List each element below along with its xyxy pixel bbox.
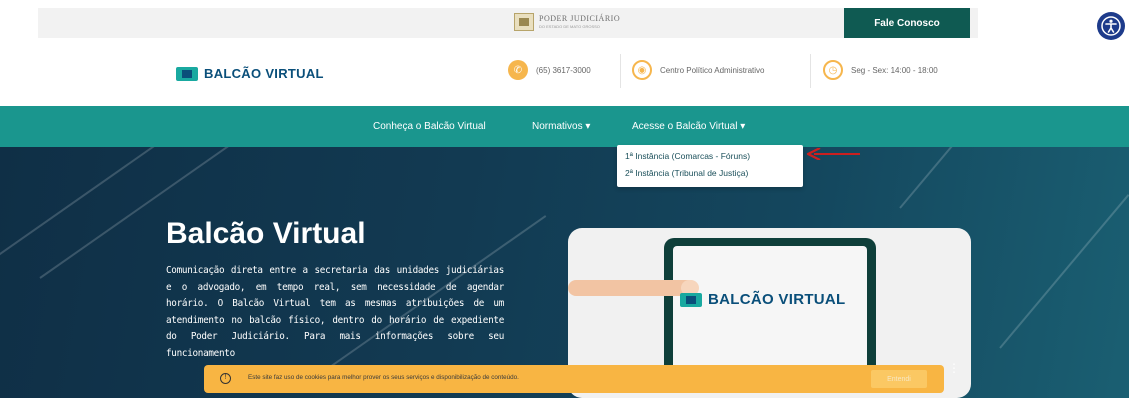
hours-text: Seg - Sex: 14:00 - 18:00 (851, 65, 938, 75)
nav-normativos[interactable]: Normativos ▾ (532, 121, 590, 132)
phone-number: (65) 3617-3000 (536, 65, 591, 75)
decor-line (39, 147, 254, 279)
brand-row: BALCÃO VIRTUAL ✆ (65) 3617-3000 ◉ Centro… (0, 40, 1129, 106)
video-menu-icon[interactable]: ⋮ (948, 362, 960, 378)
video-brand: BALCÃO VIRTUAL (680, 291, 846, 308)
coat-of-arms-icon (514, 13, 534, 31)
accessibility-button[interactable] (1097, 12, 1125, 40)
fale-conosco-button[interactable]: Fale Conosco (844, 8, 970, 38)
laptop-logo-icon (680, 292, 702, 307)
tablet-screen (673, 246, 867, 374)
nav-acesse[interactable]: Acesse o Balcão Virtual ▾ (632, 121, 745, 132)
info-icon: ! (220, 373, 231, 384)
nav-conheca[interactable]: Conheça o Balcão Virtual (373, 121, 486, 132)
laptop-logo-icon (176, 66, 198, 81)
hero-title: Balcão Virtual (166, 217, 366, 250)
red-arrow-annotation (806, 148, 860, 160)
cookie-accept-button[interactable]: Entendi (871, 370, 927, 388)
pj-title: PODER JUDICIÁRIO (539, 14, 621, 23)
location-pin-icon: ◉ (632, 60, 652, 80)
decor-line (899, 147, 1030, 209)
brand-name: BALCÃO VIRTUAL (204, 66, 324, 81)
hero-description: Comunicação direta entre a secretaria da… (166, 265, 504, 359)
dropdown-item-segunda-instancia[interactable]: 2ª Instância (Tribunal de Justiça) (625, 168, 748, 178)
whatsapp-icon: ✆ (508, 60, 528, 80)
hero-section: Balcão Virtual Comunicação direta entre … (0, 147, 1129, 398)
cookie-text: Este site faz uso de cookies para melhor… (248, 374, 519, 381)
pointing-hand (568, 280, 699, 296)
divider (810, 54, 811, 88)
dropdown-item-primeira-instancia[interactable]: 1ª Instância (Comarcas - Fóruns) (625, 151, 750, 161)
pj-subtitle: DO ESTADO DE MATO GROSSO (539, 24, 600, 29)
accessibility-icon (1101, 16, 1121, 36)
pj-text: PODER JUDICIÁRIO DO ESTADO DE MATO GROSS… (539, 15, 620, 29)
main-nav: Conheça o Balcão Virtual Normativos ▾ Ac… (0, 106, 1129, 147)
tablet-illustration (664, 238, 876, 384)
contact-phone[interactable]: ✆ (65) 3617-3000 (508, 60, 591, 80)
acesse-dropdown: 1ª Instância (Comarcas - Fóruns) 2ª Inst… (617, 145, 803, 187)
page: PODER JUDICIÁRIO DO ESTADO DE MATO GROSS… (0, 0, 1129, 398)
balcao-virtual-logo[interactable]: BALCÃO VIRTUAL (176, 66, 324, 81)
contact-address: ◉ Centro Político Administrativo (632, 60, 765, 80)
poder-judiciario-logo[interactable]: PODER JUDICIÁRIO DO ESTADO DE MATO GROSS… (514, 13, 620, 31)
contact-hours: ◷ Seg - Sex: 14:00 - 18:00 (823, 60, 938, 80)
decor-line (0, 147, 194, 269)
cookie-banner: ! Este site faz uso de cookies para melh… (204, 365, 944, 393)
address-text: Centro Político Administrativo (660, 65, 765, 75)
top-strip (38, 8, 978, 38)
clock-icon: ◷ (823, 60, 843, 80)
divider (620, 54, 621, 88)
video-brand-name: BALCÃO VIRTUAL (708, 291, 846, 308)
top-bar: PODER JUDICIÁRIO DO ESTADO DE MATO GROSS… (0, 0, 1129, 40)
decor-line (999, 194, 1129, 349)
